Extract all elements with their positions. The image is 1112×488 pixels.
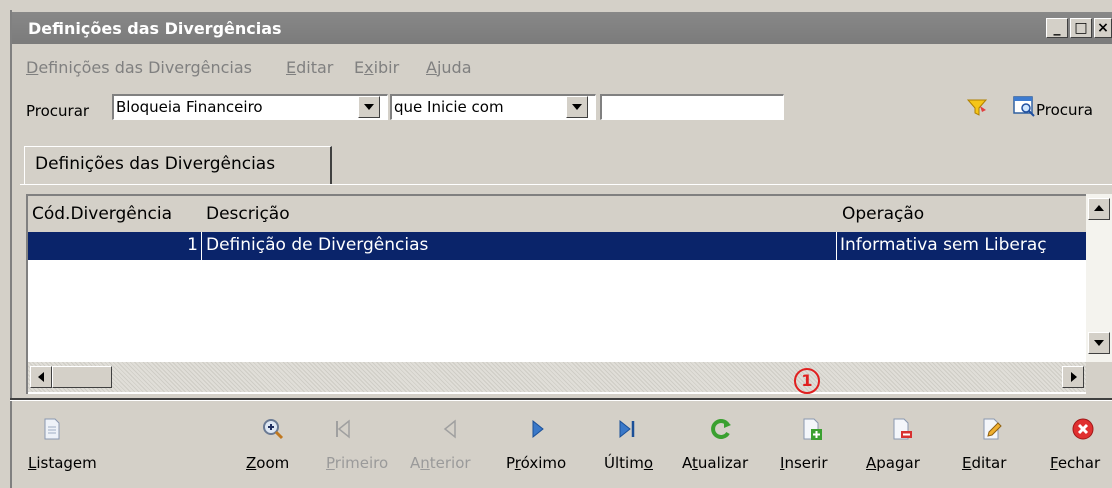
atualizar-label: Atualizar xyxy=(682,454,749,472)
window-border xyxy=(10,10,12,488)
refresh-icon xyxy=(711,419,731,439)
cell-operacao: Informativa sem Liberaç xyxy=(840,235,1047,255)
cell-codigo: 1 xyxy=(187,235,198,255)
search-field-value: Bloqueia Financeiro xyxy=(116,98,263,116)
menu-ajuda[interactable]: Ajuda xyxy=(426,58,472,77)
first-record-icon xyxy=(336,419,350,439)
apagar-label: Apagar xyxy=(866,454,920,472)
column-header-operacao[interactable]: Operação xyxy=(842,204,924,224)
ultimo-label: Último xyxy=(604,454,653,472)
zoom-icon xyxy=(263,419,284,440)
search-field-select[interactable]: Bloqueia Financeiro xyxy=(112,94,388,120)
search-button-label[interactable]: Procura xyxy=(1036,101,1093,119)
column-separator xyxy=(201,232,202,260)
proximo-button[interactable]: Próximo xyxy=(506,410,580,480)
cell-descricao: Definição de Divergências xyxy=(206,235,429,255)
zoom-label: Zoom xyxy=(246,454,290,472)
last-record-icon xyxy=(619,419,635,439)
delete-icon xyxy=(893,418,912,440)
search-value-input[interactable] xyxy=(600,94,784,120)
filter-icon[interactable] xyxy=(966,96,988,118)
editar-button[interactable]: Editar xyxy=(962,410,1020,480)
editar-label: Editar xyxy=(962,454,1007,472)
tab-definicoes-divergencias[interactable]: Definições das Divergências xyxy=(24,146,332,184)
close-window-button[interactable]: × xyxy=(1094,18,1112,38)
scroll-up-button[interactable] xyxy=(1088,198,1110,220)
search-condition-value: que Inicie com xyxy=(394,98,504,116)
anterior-label: Anterior xyxy=(410,454,471,472)
divider xyxy=(10,400,1112,401)
listagem-button[interactable]: Listagem xyxy=(28,410,110,480)
next-record-icon xyxy=(532,419,544,439)
primeiro-button[interactable]: Primeiro xyxy=(326,410,396,480)
zoom-button[interactable]: Zoom xyxy=(246,410,300,480)
annotation-marker: 1 xyxy=(794,368,820,394)
search-condition-dropdown-button[interactable] xyxy=(566,96,588,118)
menu-exibir[interactable]: Exibir xyxy=(354,58,399,77)
primeiro-label: Primeiro xyxy=(326,454,389,472)
horizontal-scrollbar[interactable] xyxy=(28,362,1086,392)
minimize-button[interactable]: _ xyxy=(1046,18,1068,38)
column-header-codigo[interactable]: Cód.Divergência xyxy=(32,204,172,224)
proximo-label: Próximo xyxy=(506,454,567,472)
menu-editar[interactable]: Editar xyxy=(286,58,333,77)
column-separator xyxy=(836,232,837,260)
search-label: Procurar xyxy=(26,102,90,120)
edit-icon xyxy=(983,418,1002,440)
tab-panel-border xyxy=(20,184,1112,185)
scroll-right-button[interactable] xyxy=(1062,366,1084,388)
maximize-button[interactable]: □ xyxy=(1070,18,1092,38)
fechar-button[interactable]: Fechar xyxy=(1048,410,1108,480)
grid-header: Cód.Divergência Descrição Operação xyxy=(28,196,1088,232)
atualizar-button[interactable]: Atualizar xyxy=(682,410,762,480)
table-row[interactable]: 1 Definição de Divergências Informativa … xyxy=(28,232,1088,260)
inserir-label: Inserir xyxy=(780,454,828,472)
insert-icon xyxy=(803,418,822,440)
ultimo-button[interactable]: Último xyxy=(604,410,662,480)
previous-record-icon xyxy=(443,419,456,439)
document-list-icon xyxy=(44,418,60,440)
listagem-label: Listagem xyxy=(28,454,97,472)
fechar-label: Fechar xyxy=(1050,454,1101,472)
column-header-descricao[interactable]: Descrição xyxy=(206,204,290,224)
scroll-thumb[interactable] xyxy=(52,366,112,388)
scroll-down-button[interactable] xyxy=(1088,332,1110,354)
apagar-button[interactable]: Apagar xyxy=(866,410,934,480)
scroll-left-button[interactable] xyxy=(30,366,52,388)
search-icon[interactable] xyxy=(1012,94,1036,118)
title-bar[interactable]: Definições das Divergências _ □ × xyxy=(12,12,1112,44)
inserir-button[interactable]: Inserir xyxy=(780,410,842,480)
menu-definicoes[interactable]: Definições das Divergências xyxy=(26,58,252,77)
vertical-scrollbar[interactable] xyxy=(1086,194,1112,362)
close-icon xyxy=(1072,418,1094,440)
anterior-button[interactable]: Anterior xyxy=(410,410,490,480)
window-title: Definições das Divergências xyxy=(28,19,282,38)
search-field-dropdown-button[interactable] xyxy=(358,96,380,118)
